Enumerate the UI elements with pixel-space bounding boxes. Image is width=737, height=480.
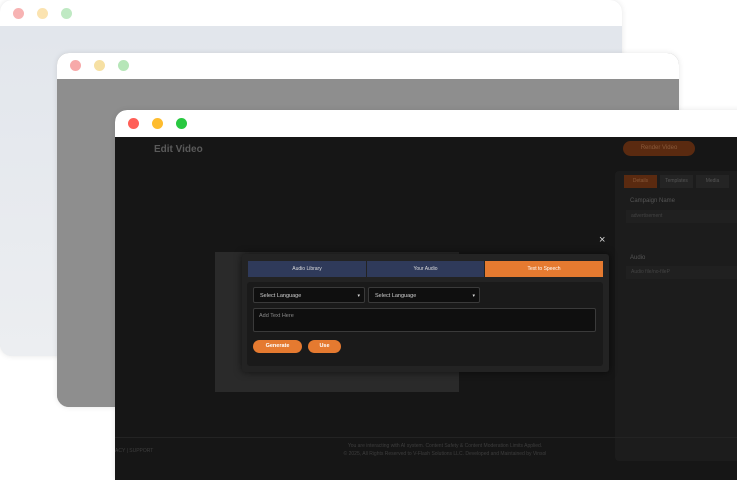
render-video-button[interactable]: Render Video <box>623 141 695 156</box>
title-bar <box>57 53 679 79</box>
tab-details[interactable]: Details <box>624 175 657 188</box>
chevron-down-icon: ▾ <box>472 293 475 299</box>
generate-button[interactable]: Generate <box>253 340 302 353</box>
maximize-dot-icon[interactable] <box>61 8 72 19</box>
audio-label: Audio <box>630 255 646 261</box>
close-icon[interactable]: × <box>599 235 605 246</box>
text-to-speech-panel: Select Language ▾ Select Language ▾ Add … <box>247 282 603 366</box>
text-input[interactable]: Add Text Here <box>253 308 596 332</box>
campaign-name-label: Campaign Name <box>630 198 676 204</box>
close-dot-icon[interactable] <box>128 118 139 129</box>
footer-divider <box>115 437 737 438</box>
language-select-1-value: Select Language <box>260 293 302 299</box>
tab-media[interactable]: Media <box>696 175 729 188</box>
tab-your-audio[interactable]: Your Audio <box>367 261 484 277</box>
campaign-name-field[interactable]: advertisement <box>626 210 737 223</box>
tab-audio-library[interactable]: Audio Library <box>248 261 366 277</box>
close-dot-icon[interactable] <box>13 8 24 19</box>
minimize-dot-icon[interactable] <box>37 8 48 19</box>
language-select-2[interactable]: Select Language ▾ <box>368 287 480 303</box>
use-button[interactable]: Use <box>308 340 341 353</box>
tab-templates[interactable]: Templates <box>660 175 693 188</box>
chevron-down-icon: ▾ <box>357 293 360 299</box>
minimize-dot-icon[interactable] <box>94 60 105 71</box>
audio-field[interactable]: Audio file/no-fileP <box>626 266 737 279</box>
tab-text-to-speech[interactable]: Text to Speech <box>485 261 603 277</box>
audio-modal: Audio Library Your Audio Text to Speech … <box>242 254 609 372</box>
page-title: Edit Video <box>154 144 203 155</box>
title-bar <box>0 0 622 26</box>
title-bar <box>115 110 737 137</box>
footer-copyright: © 2025, All Rights Reserved to V-Flash S… <box>343 451 547 457</box>
footer-links[interactable]: ACY | SUPPORT <box>115 448 153 454</box>
right-panel: Details Templates Media Campaign Name ad… <box>615 171 737 461</box>
footer-disclaimer: You are interacting with AI system. Cont… <box>347 443 543 449</box>
language-select-2-value: Select Language <box>375 293 417 299</box>
maximize-dot-icon[interactable] <box>176 118 187 129</box>
main-window: Edit Video Render Video Details Template… <box>115 110 737 480</box>
close-dot-icon[interactable] <box>70 60 81 71</box>
app-content: Edit Video Render Video Details Template… <box>115 137 737 480</box>
language-select-1[interactable]: Select Language ▾ <box>253 287 365 303</box>
maximize-dot-icon[interactable] <box>118 60 129 71</box>
minimize-dot-icon[interactable] <box>152 118 163 129</box>
